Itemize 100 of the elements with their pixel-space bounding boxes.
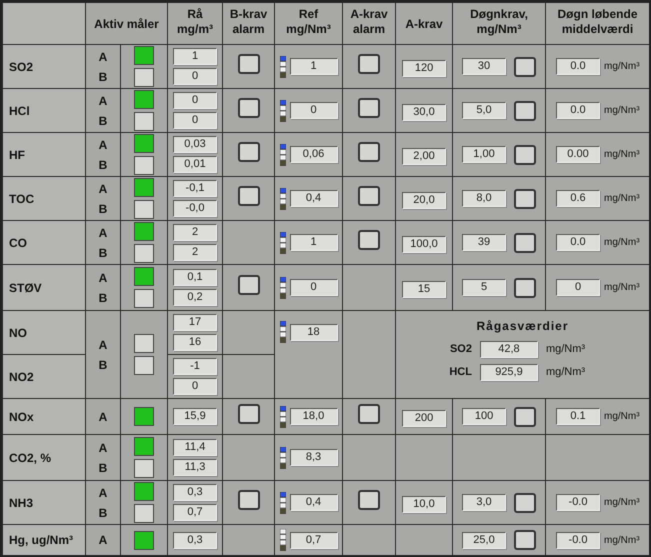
alarm-checkbox[interactable] — [238, 404, 260, 424]
alarm-checkbox[interactable] — [358, 98, 380, 118]
value-display: 11,4 — [173, 439, 218, 456]
meter-status-box[interactable] — [134, 156, 154, 175]
meter-status-box[interactable] — [134, 530, 154, 550]
value-display: 925,9 — [480, 364, 538, 381]
component-name: NO — [9, 326, 27, 340]
alarm-checkbox[interactable] — [514, 530, 536, 550]
meter-letter: A — [98, 532, 108, 548]
value-display: 0,7 — [290, 532, 338, 548]
component-name: NOx — [9, 410, 34, 424]
meter-letter: B — [98, 112, 108, 128]
unit-label: mg/Nm³ — [604, 104, 640, 118]
meter-letter: A — [98, 224, 108, 240]
alarm-checkbox[interactable] — [238, 274, 260, 294]
meter-status-box[interactable] — [134, 289, 154, 308]
value-display: 1,00 — [462, 146, 506, 163]
column-header: Døgn løbende middelværdi — [558, 6, 638, 36]
meter-status-box[interactable] — [134, 112, 154, 131]
meter-status-box[interactable] — [134, 178, 154, 197]
unit-label: mg/Nm³ — [604, 148, 640, 162]
alarm-checkbox[interactable] — [358, 142, 380, 162]
value-display: 0 — [173, 378, 218, 395]
alarm-checkbox[interactable] — [238, 98, 260, 118]
value-display: 30 — [462, 58, 506, 75]
value-display: 0.0 — [556, 234, 600, 251]
alarm-checkbox[interactable] — [238, 490, 260, 510]
meter-letter: B — [98, 68, 108, 84]
alarm-checkbox[interactable] — [514, 188, 536, 208]
value-display: 200 — [402, 410, 446, 426]
alarm-checkbox[interactable] — [358, 404, 380, 424]
alarm-checkbox[interactable] — [358, 490, 380, 510]
component-name: HCl — [9, 104, 30, 118]
unit-label: mg/Nm³ — [604, 192, 640, 206]
meter-letter: B — [98, 290, 108, 306]
value-display: 2,00 — [402, 148, 446, 164]
alarm-checkbox[interactable] — [514, 406, 536, 426]
value-display: 30,0 — [402, 104, 446, 120]
meter-status-box[interactable] — [134, 46, 154, 65]
meter-status-box[interactable] — [134, 90, 154, 109]
alarm-checkbox[interactable] — [514, 100, 536, 120]
component-name: NO2 — [9, 370, 34, 384]
meter-status-box[interactable] — [134, 134, 154, 153]
alarm-checkbox[interactable] — [358, 54, 380, 74]
meter-status-box[interactable] — [134, 68, 154, 87]
value-display: -0,0 — [173, 200, 218, 217]
value-display: 0,4 — [290, 190, 338, 207]
value-display: 0,06 — [290, 146, 338, 163]
meter-letter: B — [98, 460, 108, 476]
meter-status-box[interactable] — [134, 222, 154, 241]
value-display: 0,03 — [173, 136, 218, 153]
meter-status-box[interactable] — [134, 482, 154, 501]
alarm-checkbox[interactable] — [514, 232, 536, 252]
meter-letter: A — [98, 180, 108, 196]
unit-label: mg/Nm³ — [604, 60, 640, 74]
value-display: 120 — [402, 60, 446, 76]
meter-status-box[interactable] — [134, 459, 154, 478]
column-header: B-krav alarm — [230, 6, 268, 36]
value-display: 0 — [173, 112, 218, 129]
unit-label: mg/Nm³ — [604, 534, 640, 548]
alarm-checkbox[interactable] — [514, 144, 536, 164]
value-display: 1 — [290, 234, 338, 251]
meter-letter: A — [98, 408, 108, 424]
value-display: 0,01 — [173, 156, 218, 173]
value-display: 0,7 — [173, 504, 218, 521]
meter-letter: A — [98, 336, 108, 352]
alarm-checkbox[interactable] — [358, 186, 380, 206]
value-display: 25,0 — [462, 532, 506, 548]
value-display: 11,3 — [173, 459, 218, 476]
alarm-checkbox[interactable] — [514, 278, 536, 298]
alarm-checkbox[interactable] — [514, 492, 536, 512]
meter-status-box[interactable] — [134, 437, 154, 456]
column-header: A-krav alarm — [350, 6, 388, 36]
value-display: 5 — [462, 279, 506, 296]
meter-status-box[interactable] — [134, 267, 154, 286]
alarm-checkbox[interactable] — [514, 56, 536, 76]
value-display: 42,8 — [480, 341, 538, 358]
value-display: 0 — [173, 68, 218, 85]
value-display: 1 — [290, 58, 338, 75]
value-display: 2 — [173, 224, 218, 241]
meter-letter: A — [98, 48, 108, 64]
meter-status-box[interactable] — [134, 407, 154, 426]
alarm-checkbox[interactable] — [358, 230, 380, 250]
value-display: 0.0 — [556, 58, 600, 75]
value-display: 0,4 — [290, 494, 338, 511]
meter-status-box[interactable] — [134, 504, 154, 523]
alarm-checkbox[interactable] — [238, 186, 260, 206]
meter-status-box[interactable] — [134, 334, 154, 353]
meter-status-box[interactable] — [134, 356, 154, 375]
value-display: 0,3 — [173, 532, 218, 548]
value-display: 5,0 — [462, 102, 506, 119]
alarm-checkbox[interactable] — [238, 54, 260, 74]
meter-status-box[interactable] — [134, 200, 154, 219]
unit-label: mg/Nm³ — [546, 342, 586, 358]
meter-status-box[interactable] — [134, 244, 154, 263]
alarm-checkbox[interactable] — [238, 142, 260, 162]
column-header: A-krav — [405, 16, 443, 32]
meter-letter: B — [98, 356, 108, 372]
meter-letter: A — [98, 136, 108, 152]
value-display: 20,0 — [402, 192, 446, 208]
